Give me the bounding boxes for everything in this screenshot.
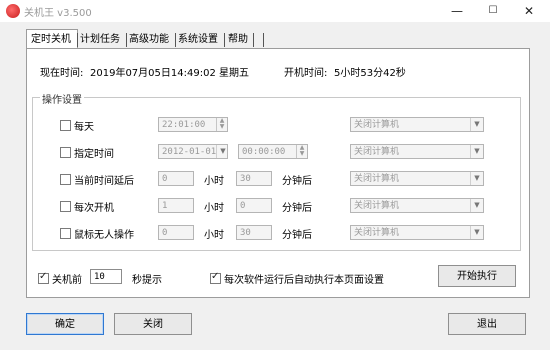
auto-run-checkbox[interactable] bbox=[210, 271, 221, 284]
tab-separator bbox=[263, 33, 264, 47]
minimize-button[interactable]: — bbox=[440, 2, 474, 20]
tab-separator bbox=[126, 33, 127, 47]
close-window-button[interactable]: ✕ bbox=[512, 2, 546, 20]
window-title: 关机王 v3.500 bbox=[24, 8, 92, 19]
on-boot-minutes-input[interactable]: 0 bbox=[236, 198, 272, 213]
delay-hours-input[interactable]: 0 bbox=[158, 171, 194, 186]
on-boot-hours-input[interactable]: 1 bbox=[158, 198, 194, 213]
maximize-button[interactable]: ☐ bbox=[476, 2, 510, 20]
idle-action-select[interactable]: 关闭计算机 bbox=[350, 225, 484, 240]
on-boot-hours-unit: 小时 bbox=[204, 203, 224, 214]
tab-timed-shutdown[interactable]: 定时关机 bbox=[31, 33, 71, 47]
ok-button[interactable]: 确定 bbox=[26, 313, 104, 335]
pre-shutdown-seconds-input[interactable]: 10 bbox=[90, 269, 122, 284]
delay-minutes-input[interactable]: 30 bbox=[236, 171, 272, 186]
idle-label: 鼠标无人操作 bbox=[74, 230, 134, 241]
tab-separator bbox=[253, 33, 254, 47]
pre-shutdown-suffix: 秒提示 bbox=[132, 275, 162, 286]
on-boot-checkbox[interactable] bbox=[60, 201, 71, 212]
start-button[interactable]: 开始执行 bbox=[438, 265, 516, 287]
chevron-down-icon[interactable]: ▼ bbox=[470, 199, 483, 212]
spin-icon[interactable]: ▲ ▼ bbox=[216, 118, 227, 131]
app-icon bbox=[6, 4, 20, 18]
tab-settings[interactable]: 系统设置 bbox=[178, 33, 218, 47]
chevron-down-icon[interactable]: ▼ bbox=[216, 145, 229, 158]
daily-checkbox[interactable] bbox=[60, 120, 71, 131]
group-title: 操作设置 bbox=[40, 91, 84, 106]
tab-separator bbox=[224, 33, 225, 47]
tab-advanced[interactable]: 高级功能 bbox=[129, 33, 169, 47]
tab-help[interactable]: 帮助 bbox=[228, 33, 248, 47]
exit-button[interactable]: 退出 bbox=[448, 313, 526, 335]
daily-label: 每天 bbox=[74, 122, 94, 133]
pre-shutdown-checkbox[interactable] bbox=[38, 271, 49, 284]
current-time-label: 现在时间: bbox=[40, 68, 84, 79]
chevron-down-icon[interactable]: ▼ bbox=[470, 145, 483, 158]
tab-separator bbox=[77, 33, 78, 47]
idle-checkbox[interactable] bbox=[60, 228, 71, 239]
uptime-label: 开机时间: bbox=[284, 68, 328, 79]
auto-run-label: 每次软件运行后自动执行本页面设置 bbox=[224, 275, 384, 286]
on-boot-action-select[interactable]: 关闭计算机 bbox=[350, 198, 484, 213]
delay-action-select[interactable]: 关闭计算机 bbox=[350, 171, 484, 186]
tab-schedule[interactable]: 计划任务 bbox=[80, 33, 120, 47]
idle-hours-unit: 小时 bbox=[204, 230, 224, 241]
on-boot-minutes-unit: 分钟后 bbox=[282, 203, 312, 214]
daily-action-select[interactable]: 关闭计算机 bbox=[350, 117, 484, 132]
chevron-down-icon[interactable]: ▼ bbox=[470, 226, 483, 239]
on-boot-label: 每次开机 bbox=[74, 203, 114, 214]
delay-minutes-unit: 分钟后 bbox=[282, 176, 312, 187]
idle-minutes-input[interactable]: 30 bbox=[236, 225, 272, 240]
close-button[interactable]: 关闭 bbox=[114, 313, 192, 335]
idle-minutes-unit: 分钟后 bbox=[282, 230, 312, 241]
specific-time-checkbox[interactable] bbox=[60, 147, 71, 158]
spin-icon[interactable]: ▲ ▼ bbox=[296, 145, 307, 158]
delay-hours-unit: 小时 bbox=[204, 176, 224, 187]
specific-time-label: 指定时间 bbox=[74, 149, 114, 160]
chevron-down-icon[interactable]: ▼ bbox=[470, 172, 483, 185]
delay-checkbox[interactable] bbox=[60, 174, 71, 185]
chevron-down-icon[interactable]: ▼ bbox=[470, 118, 483, 131]
current-time-value: 2019年07月05日14:49:02 星期五 bbox=[90, 68, 249, 79]
specific-action-select[interactable]: 关闭计算机 bbox=[350, 144, 484, 159]
idle-hours-input[interactable]: 0 bbox=[158, 225, 194, 240]
uptime-value: 5小时53分42秒 bbox=[334, 68, 406, 79]
tab-separator bbox=[175, 33, 176, 47]
delay-label: 当前时间延后 bbox=[74, 176, 134, 187]
pre-shutdown-label: 关机前 bbox=[52, 275, 82, 286]
